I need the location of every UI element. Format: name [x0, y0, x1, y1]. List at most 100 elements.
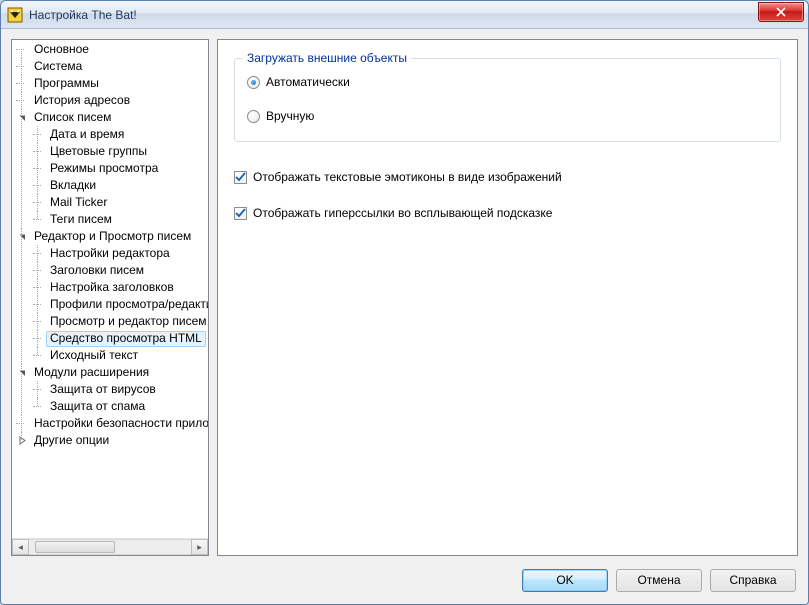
- collapse-toggle-icon[interactable]: [16, 436, 28, 445]
- tree-item-label[interactable]: Настройка заголовков: [46, 280, 178, 296]
- tree-item-label[interactable]: Просмотр и редактор писем: [46, 314, 208, 330]
- checkbox-emoticons[interactable]: [234, 171, 247, 184]
- tree-item-label[interactable]: Настройки редактора: [46, 246, 174, 262]
- tree-item-label[interactable]: Система: [30, 59, 86, 75]
- tree-row[interactable]: Настройка заголовков: [32, 279, 208, 296]
- help-button[interactable]: Справка: [710, 569, 796, 592]
- tree-item-label[interactable]: Настройки безопасности приложения: [30, 416, 208, 432]
- tree-row[interactable]: Основное: [16, 41, 208, 58]
- tree-row[interactable]: Защита от спама: [32, 398, 208, 415]
- scroll-track[interactable]: [29, 539, 191, 555]
- tree-row[interactable]: Теги писем: [32, 211, 208, 228]
- tree-item-label[interactable]: Дата и время: [46, 127, 128, 143]
- tree-row[interactable]: Дата и время: [32, 126, 208, 143]
- app-icon: [7, 7, 23, 23]
- window-title: Настройка The Bat!: [29, 8, 758, 22]
- external-objects-group: Загружать внешние объекты Автоматически …: [234, 58, 781, 142]
- expand-toggle-icon[interactable]: [16, 232, 28, 241]
- scroll-left-button[interactable]: ◂: [12, 539, 29, 555]
- tree-row[interactable]: Mail Ticker: [32, 194, 208, 211]
- tree-dash-icon: [32, 211, 42, 228]
- settings-panel: Загружать внешние объекты Автоматически …: [217, 39, 798, 556]
- radio-auto-row[interactable]: Автоматически: [247, 69, 768, 95]
- tree-dash-icon: [32, 381, 42, 398]
- tree-row[interactable]: Другие опции: [16, 432, 208, 449]
- radio-auto-label: Автоматически: [266, 75, 350, 89]
- checkbox-emoticons-label: Отображать текстовые эмотиконы в виде из…: [253, 170, 562, 184]
- group-legend: Загружать внешние объекты: [243, 51, 411, 65]
- cancel-button[interactable]: Отмена: [616, 569, 702, 592]
- tree-dash-icon: [32, 330, 42, 347]
- radio-manual-label: Вручную: [266, 109, 314, 123]
- tree-dash-icon: [32, 126, 42, 143]
- tree-item-label[interactable]: Средство просмотра HTML: [46, 331, 206, 347]
- tree-row[interactable]: Режимы просмотра: [32, 160, 208, 177]
- tree-row[interactable]: Редактор и Просмотр писем: [16, 228, 208, 245]
- tree-dash-icon: [32, 347, 42, 364]
- checkbox-emoticons-row[interactable]: Отображать текстовые эмотиконы в виде из…: [234, 164, 781, 190]
- tree-row[interactable]: Цветовые группы: [32, 143, 208, 160]
- tree-scroll[interactable]: ОсновноеСистемаПрограммыИстория адресовС…: [12, 40, 208, 538]
- tree-dash-icon: [16, 92, 28, 109]
- checkbox-hyperlinks[interactable]: [234, 207, 247, 220]
- tree-row[interactable]: Программы: [16, 75, 208, 92]
- expand-toggle-icon[interactable]: [16, 368, 28, 377]
- ok-button[interactable]: OK: [522, 569, 608, 592]
- checkbox-hyperlinks-row[interactable]: Отображать гиперссылки во всплывающей по…: [234, 200, 781, 226]
- tree-item-label[interactable]: Основное: [30, 42, 93, 58]
- radio-auto[interactable]: [247, 76, 260, 89]
- tree-row[interactable]: Настройки редактора: [32, 245, 208, 262]
- tree-item-label[interactable]: Защита от спама: [46, 399, 149, 415]
- tree-row[interactable]: Вкладки: [32, 177, 208, 194]
- horizontal-scrollbar[interactable]: ◂ ▸: [12, 538, 208, 555]
- scroll-right-button[interactable]: ▸: [191, 539, 208, 555]
- tree-item-label[interactable]: Режимы просмотра: [46, 161, 162, 177]
- tree-row[interactable]: Просмотр и редактор писем: [32, 313, 208, 330]
- radio-manual[interactable]: [247, 110, 260, 123]
- tree-row[interactable]: Исходный текст: [32, 347, 208, 364]
- tree-item-label[interactable]: Редактор и Просмотр писем: [30, 229, 195, 245]
- tree-item-label[interactable]: Цветовые группы: [46, 144, 151, 160]
- tree-dash-icon: [16, 415, 28, 432]
- checkbox-hyperlinks-label: Отображать гиперссылки во всплывающей по…: [253, 206, 552, 220]
- tree-dash-icon: [32, 143, 42, 160]
- tree-item-label[interactable]: Защита от вирусов: [46, 382, 160, 398]
- close-button[interactable]: [758, 2, 804, 22]
- tree-row[interactable]: Список писем: [16, 109, 208, 126]
- tree-dash-icon: [32, 313, 42, 330]
- tree-row[interactable]: Настройки безопасности приложения: [16, 415, 208, 432]
- tree-row[interactable]: Заголовки писем: [32, 262, 208, 279]
- tree-item-label[interactable]: Профили просмотра/редактирования: [46, 297, 208, 313]
- tree-row[interactable]: История адресов: [16, 92, 208, 109]
- radio-manual-row[interactable]: Вручную: [247, 103, 768, 129]
- tree-item-label[interactable]: Программы: [30, 76, 103, 92]
- tree-dash-icon: [16, 58, 28, 75]
- tree-row[interactable]: Модули расширения: [16, 364, 208, 381]
- titlebar[interactable]: Настройка The Bat!: [1, 1, 808, 29]
- content-area: ОсновноеСистемаПрограммыИстория адресовС…: [1, 29, 808, 562]
- tree-item-label[interactable]: Заголовки писем: [46, 263, 148, 279]
- tree-item-label[interactable]: Модули расширения: [30, 365, 153, 381]
- tree-item-label[interactable]: Вкладки: [46, 178, 100, 194]
- tree-item-label[interactable]: Исходный текст: [46, 348, 142, 364]
- tree-item-label[interactable]: Другие опции: [30, 433, 113, 449]
- settings-window: Настройка The Bat! ОсновноеСистемаПрогра…: [0, 0, 809, 605]
- tree-dash-icon: [32, 245, 42, 262]
- scroll-thumb[interactable]: [35, 541, 115, 553]
- tree-item-label[interactable]: Mail Ticker: [46, 195, 111, 211]
- tree-dash-icon: [32, 177, 42, 194]
- tree-dash-icon: [16, 75, 28, 92]
- tree-dash-icon: [32, 279, 42, 296]
- tree-dash-icon: [32, 160, 42, 177]
- tree-row[interactable]: Защита от вирусов: [32, 381, 208, 398]
- expand-toggle-icon[interactable]: [16, 113, 28, 122]
- button-bar: OK Отмена Справка: [1, 562, 808, 604]
- settings-tree[interactable]: ОсновноеСистемаПрограммыИстория адресовС…: [12, 41, 208, 449]
- tree-panel: ОсновноеСистемаПрограммыИстория адресовС…: [11, 39, 209, 556]
- tree-row[interactable]: Система: [16, 58, 208, 75]
- tree-item-label[interactable]: История адресов: [30, 93, 134, 109]
- tree-item-label[interactable]: Теги писем: [46, 212, 116, 228]
- tree-row[interactable]: Средство просмотра HTML: [32, 330, 208, 347]
- tree-item-label[interactable]: Список писем: [30, 110, 115, 126]
- tree-row[interactable]: Профили просмотра/редактирования: [32, 296, 208, 313]
